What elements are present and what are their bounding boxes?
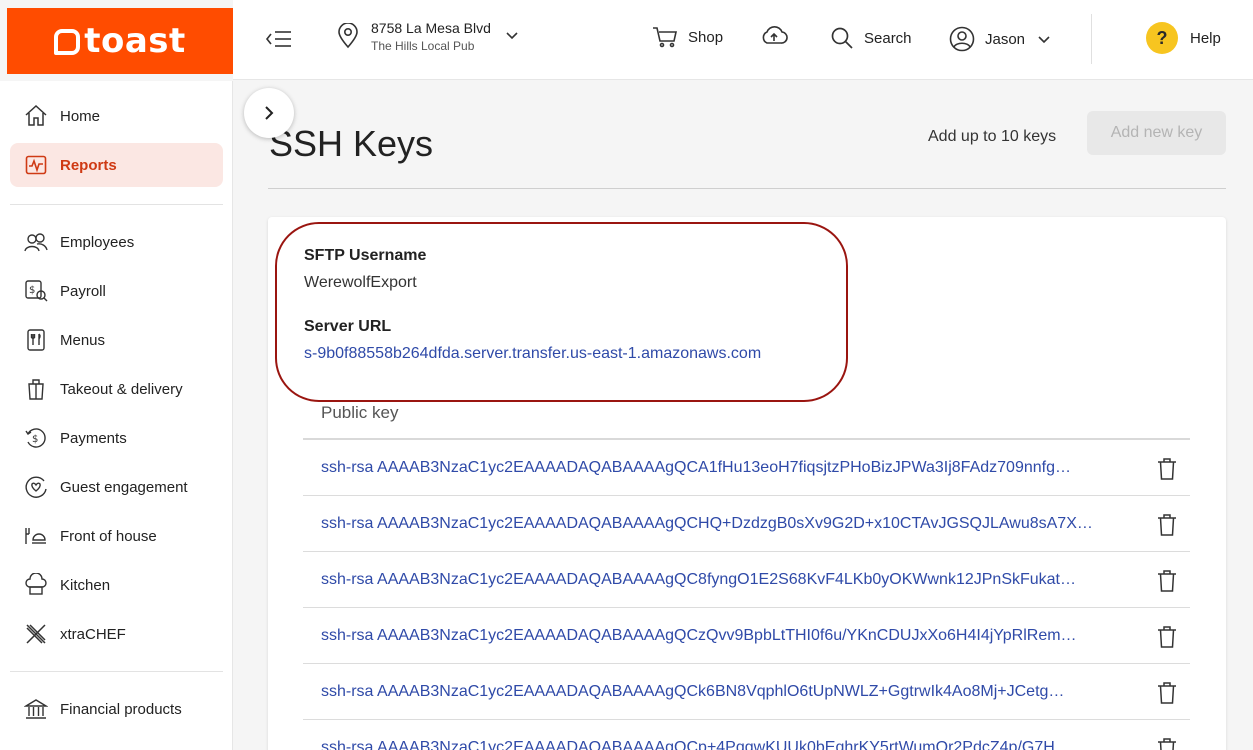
sidebar-item-guest-engagement[interactable]: Guest engagement — [10, 465, 223, 509]
search-button[interactable]: Search — [830, 26, 912, 50]
key-limit-hint: Add up to 10 keys — [928, 128, 1057, 145]
table-row: ssh-rsa AAAAB3NzaC1yc2EAAAADAQABAAAAgQCz… — [303, 608, 1190, 664]
payroll-icon: $ — [25, 280, 48, 302]
shop-label: Shop — [688, 28, 724, 46]
trash-icon[interactable] — [1157, 737, 1177, 750]
collapse-menu-icon[interactable] — [265, 26, 293, 52]
table-row: ssh-rsa AAAAB3NzaC1yc2EAAAADAQABAAAAgQCH… — [303, 496, 1190, 552]
svg-text:$: $ — [29, 285, 35, 296]
sidebar-item-label: Financial products — [60, 700, 182, 718]
sidebar-item-label: Payroll — [60, 282, 106, 300]
location-pin-icon — [338, 23, 358, 49]
sidebar-item-label: Home — [60, 107, 101, 125]
sidebar-item-home[interactable]: Home — [10, 94, 223, 138]
search-icon — [831, 27, 853, 49]
sidebar-item-front-of-house[interactable]: Front of house — [10, 514, 223, 558]
public-key-link[interactable]: ssh-rsa AAAAB3NzaC1yc2EAAAADAQABAAAAgQCz… — [321, 627, 1077, 645]
sidebar-divider — [10, 671, 223, 672]
trash-icon[interactable] — [1157, 513, 1177, 537]
user-menu[interactable]: Jason — [949, 26, 1051, 52]
upload-button[interactable] — [760, 24, 798, 48]
sidebar-item-label: Kitchen — [60, 576, 111, 594]
search-label: Search — [864, 29, 912, 47]
sidebar-item-xtrachef[interactable]: xtraCHEF — [10, 612, 223, 656]
help-label: Help — [1190, 29, 1221, 47]
user-name: Jason — [985, 30, 1026, 48]
cloud-upload-icon — [762, 26, 788, 44]
trash-icon[interactable] — [1157, 625, 1177, 649]
trash-icon[interactable] — [1157, 457, 1177, 481]
toast-logo[interactable]: toast — [7, 8, 233, 74]
location-venue: The Hills Local Pub — [371, 39, 475, 53]
chevron-down-icon — [506, 32, 518, 40]
sidebar-item-label: Guest engagement — [60, 478, 188, 496]
sidebar-item-label: Menus — [60, 331, 106, 349]
server-url-label: Server URL — [304, 318, 392, 335]
help-icon: ? — [1146, 22, 1178, 54]
sidebar-item-label: Takeout & delivery — [60, 380, 183, 398]
sidebar-item-employees[interactable]: Employees — [10, 220, 223, 264]
expand-sidebar-button[interactable] — [244, 88, 294, 138]
front-of-house-icon — [25, 528, 46, 544]
shop-button[interactable]: Shop — [652, 26, 723, 48]
trash-icon[interactable] — [1157, 569, 1177, 593]
bank-icon — [24, 699, 48, 719]
sidebar-item-financial-products[interactable]: Financial products — [10, 687, 223, 731]
public-key-column-header: Public key — [321, 403, 399, 422]
svg-text:$: $ — [32, 434, 38, 445]
takeout-bag-icon — [28, 379, 44, 400]
chevron-right-icon — [265, 106, 274, 120]
public-key-link[interactable]: ssh-rsa AAAAB3NzaC1yc2EAAAADAQABAAAAgQCH… — [321, 515, 1093, 533]
table-row: ssh-rsa AAAAB3NzaC1yc2EAAAADAQABAAAAgQC8… — [303, 552, 1190, 608]
toast-logo-icon — [54, 29, 81, 55]
public-key-link[interactable]: ssh-rsa AAAAB3NzaC1yc2EAAAADAQABAAAAgQCA… — [321, 459, 1071, 477]
page-title: SSH Keys — [269, 123, 434, 164]
trash-icon[interactable] — [1157, 681, 1177, 705]
main-content: SSH Keys Add up to 10 keys Add new key S… — [233, 81, 1253, 750]
location-address: 8758 La Mesa Blvd — [371, 20, 491, 36]
chevron-down-icon — [1038, 36, 1050, 44]
menus-icon — [27, 329, 45, 351]
table-row: ssh-rsa AAAAB3NzaC1yc2EAAAADAQABAAAAgQCp… — [303, 720, 1190, 750]
public-key-link[interactable]: ssh-rsa AAAAB3NzaC1yc2EAAAADAQABAAAAgQCp… — [321, 739, 1071, 750]
home-icon — [25, 104, 47, 126]
location-selector[interactable]: 8758 La Mesa Blvd The Hills Local Pub — [337, 20, 519, 53]
sftp-username-value: WerewolfExport — [304, 274, 417, 291]
sidebar-item-label: Employees — [60, 233, 135, 251]
header-divider — [1091, 14, 1092, 64]
sidebar: Home Reports Employees $ Payroll Menus T… — [0, 81, 233, 750]
ssh-keys-card: SFTP Username WerewolfExport Server URL … — [268, 217, 1226, 750]
chef-hat-icon — [25, 573, 47, 595]
brand-name: toast — [84, 21, 186, 61]
public-key-link[interactable]: ssh-rsa AAAAB3NzaC1yc2EAAAADAQABAAAAgQCk… — [321, 683, 1064, 701]
sidebar-item-menus[interactable]: Menus — [10, 318, 223, 362]
employees-icon — [24, 233, 48, 252]
sidebar-item-payments[interactable]: $ Payments — [10, 416, 223, 460]
payments-icon: $ — [25, 428, 46, 448]
xtrachef-icon — [26, 624, 46, 644]
public-key-link[interactable]: ssh-rsa AAAAB3NzaC1yc2EAAAADAQABAAAAgQC8… — [321, 571, 1076, 589]
title-divider — [268, 188, 1226, 189]
top-bar: 8758 La Mesa Blvd The Hills Local Pub Sh… — [233, 0, 1253, 80]
sftp-username-label: SFTP Username — [304, 247, 427, 264]
sidebar-item-payroll[interactable]: $ Payroll — [10, 269, 223, 313]
sidebar-item-takeout-delivery[interactable]: Takeout & delivery — [10, 367, 223, 411]
table-row: ssh-rsa AAAAB3NzaC1yc2EAAAADAQABAAAAgQCA… — [303, 440, 1190, 496]
add-new-key-button[interactable]: Add new key — [1087, 111, 1226, 155]
sidebar-item-label: Reports — [60, 156, 117, 174]
sidebar-item-kitchen[interactable]: Kitchen — [10, 563, 223, 607]
sidebar-divider — [10, 204, 223, 205]
table-row: ssh-rsa AAAAB3NzaC1yc2EAAAADAQABAAAAgQCk… — [303, 664, 1190, 720]
server-url-link[interactable]: s-9b0f88558b264dfda.server.transfer.us-e… — [304, 345, 761, 363]
cart-icon — [653, 27, 677, 48]
sidebar-item-reports[interactable]: Reports — [10, 143, 223, 187]
reports-icon — [25, 155, 47, 175]
guest-engagement-icon — [25, 476, 47, 498]
sidebar-item-label: xtraCHEF — [60, 625, 126, 643]
help-button[interactable]: ? Help — [1146, 22, 1221, 54]
user-avatar-icon — [949, 26, 975, 52]
sidebar-item-label: Payments — [60, 429, 127, 447]
sidebar-item-label: Front of house — [60, 527, 157, 545]
